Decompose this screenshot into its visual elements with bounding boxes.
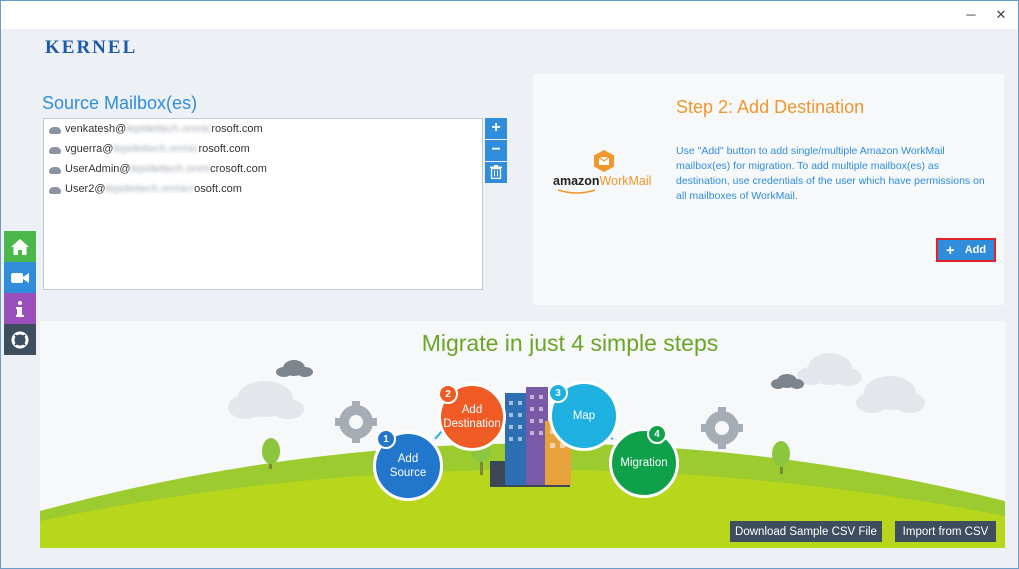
source-mailbox-list[interactable]: venkatesh@ lepideitech.onmic rosoft.com vg… <box>43 118 483 290</box>
nav-video-button[interactable] <box>4 262 36 293</box>
add-button-label: Add <box>964 244 987 256</box>
workmail-text: WorkMail <box>599 174 652 188</box>
side-navigation <box>4 231 36 355</box>
nav-info-button[interactable] <box>4 293 36 324</box>
list-item[interactable]: vguerra@ lepideitech.onmic rosoft.com <box>44 139 482 159</box>
mailbox-domain: osoft.com <box>194 183 242 195</box>
app-window: ─ ✕ KERNEL Source Mailbox(es) venkatesh@… <box>0 0 1019 569</box>
step-label: Add Source <box>389 453 427 479</box>
mailbox-hidden-domain: lepideitech.onmi <box>130 163 211 175</box>
source-mailbox-title: Source Mailbox(es) <box>42 93 198 113</box>
destination-step-title: Step 2: Add Destination <box>676 97 865 117</box>
trash-icon <box>490 165 502 180</box>
step-label: Map <box>572 410 596 422</box>
amazon-text: amazon <box>553 174 600 188</box>
step-label: Migration <box>620 457 668 469</box>
list-item[interactable]: User2@ lepideitech.onmicr osoft.com <box>44 179 482 199</box>
add-mailbox-button[interactable]: + <box>485 118 507 139</box>
workmail-icon <box>594 150 614 172</box>
landscape-illustration <box>40 353 1005 548</box>
mailbox-hidden-domain: lepideitech.onmic <box>113 143 199 155</box>
info-icon <box>16 300 24 317</box>
amazon-workmail-logo: amazonWorkMail <box>551 146 661 196</box>
cloud-icon <box>49 166 61 174</box>
destination-description: Use "Add" button to add single/multiple … <box>676 145 985 202</box>
nav-home-button[interactable] <box>4 231 36 262</box>
nav-support-button[interactable] <box>4 324 36 355</box>
add-destination-button[interactable]: + Add <box>936 238 996 262</box>
remove-mailbox-button[interactable]: − <box>485 140 507 161</box>
step-number: 4 <box>647 424 667 444</box>
delete-all-button[interactable] <box>485 162 507 183</box>
mailbox-domain: rosoft.com <box>198 143 250 155</box>
mailbox-domain: crosoft.com <box>210 163 267 175</box>
step-migration: Migration <box>609 428 679 498</box>
import-from-csv-button[interactable]: Import from CSV <box>895 521 996 542</box>
cloud-icon <box>49 186 61 194</box>
mailbox-user: venkatesh@ <box>65 123 127 135</box>
mailbox-user: User2@ <box>65 183 106 195</box>
minimize-button[interactable]: ─ <box>959 5 983 25</box>
mailbox-user: UserAdmin@ <box>65 163 131 175</box>
step-label: Add Destination <box>443 404 501 430</box>
cloud-icon <box>49 146 61 154</box>
home-icon <box>11 238 29 255</box>
lifebuoy-icon <box>11 331 29 348</box>
list-item[interactable]: venkatesh@ lepideitech.onmic rosoft.com <box>44 119 482 139</box>
mailbox-hidden-domain: lepideitech.onmic <box>126 123 212 135</box>
video-camera-icon <box>11 272 29 283</box>
cloud-icon <box>49 126 61 134</box>
list-item[interactable]: UserAdmin@ lepideitech.onmi crosoft.com <box>44 159 482 179</box>
destination-panel: Step 2: Add Destination amazonWorkMail U… <box>533 74 1004 305</box>
step-number: 1 <box>376 429 396 449</box>
source-toolbar: + − <box>485 118 507 184</box>
step-number: 2 <box>438 384 458 404</box>
mailbox-user: vguerra@ <box>65 143 114 155</box>
mailbox-hidden-domain: lepideitech.onmicr <box>105 183 195 195</box>
migration-steps-panel: Migrate in just 4 simple steps Add Sourc… <box>40 321 1005 548</box>
close-button[interactable]: ✕ <box>989 5 1013 25</box>
mailbox-domain: rosoft.com <box>211 123 263 135</box>
title-bar: ─ ✕ <box>1 1 1018 29</box>
plus-icon: + <box>945 241 955 259</box>
step-number: 3 <box>548 383 568 403</box>
kernel-logo: KERNEL <box>45 37 138 58</box>
download-sample-csv-button[interactable]: Download Sample CSV File <box>730 521 882 542</box>
amazon-smile <box>557 189 596 194</box>
